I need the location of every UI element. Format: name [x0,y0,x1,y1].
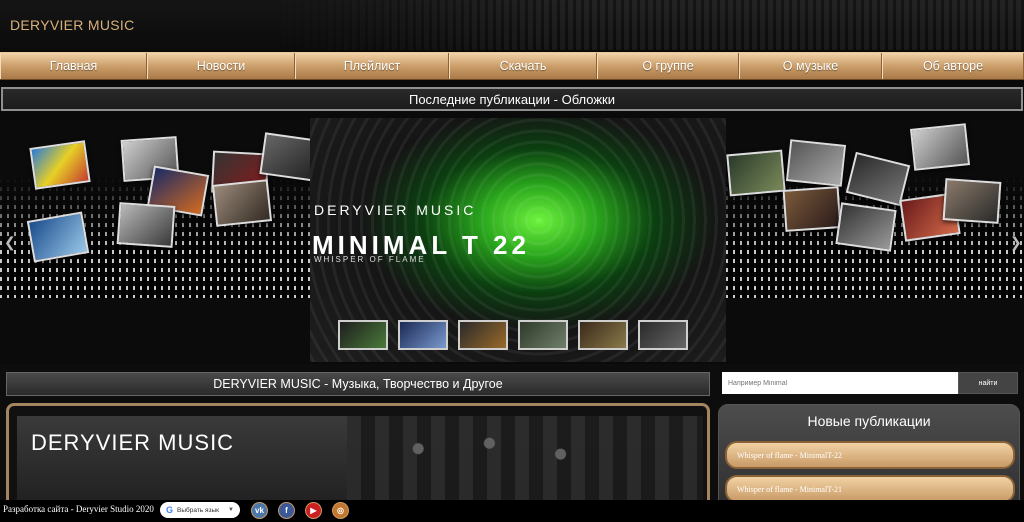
slide-subtitle: WHISPER OF FLAME [314,255,426,264]
slide-thumbnail[interactable] [338,320,388,350]
instagram-icon[interactable]: ◎ [332,502,349,519]
equalizer-decoration [264,0,1024,50]
cover-thumbnail [909,123,971,171]
vk-icon[interactable]: vk [251,502,268,519]
slide-thumbnails [338,320,688,350]
banner-title: DERYVIER MUSIC [31,430,235,455]
cover-slider: ❮ DERYVIER MUSIC MINIMAL T 22 WHISPER OF… [0,118,1024,362]
cover-thumbnail [116,202,176,248]
nav-item-music[interactable]: О музыке [739,53,882,79]
news-item[interactable]: Whisper of flame - MinimalT-22 [725,441,1015,469]
chevron-down-icon: ▼ [228,507,234,513]
google-icon: G [166,505,174,515]
cover-thumbnail [785,139,847,187]
slide-next-preview[interactable]: ❯ [726,118,1024,362]
nav-item-home[interactable]: Главная [0,53,147,79]
chevron-left-icon[interactable]: ❮ [4,234,16,251]
nav-item-author[interactable]: Об авторе [882,53,1024,79]
chevron-right-icon[interactable]: ❯ [1010,234,1022,251]
slide-thumbnail[interactable] [638,320,688,350]
nav-item-band[interactable]: О группе [597,53,739,79]
language-label: Выбрать язык [177,506,220,514]
nav-item-news[interactable]: Новости [147,53,295,79]
slide-brand: DERYVIER MUSIC [314,202,477,218]
site-header: DERYVIER MUSIC [0,0,1024,50]
site-logo[interactable]: DERYVIER MUSIC [10,17,135,33]
search-button[interactable]: найти [958,372,1018,394]
language-select-button[interactable]: G Выбрать язык ▼ [160,502,240,518]
slide-prev-preview[interactable]: ❮ [0,118,310,362]
cover-thumbnail [259,132,310,182]
cover-thumbnail [835,202,897,252]
facebook-icon[interactable]: f [278,502,295,519]
cover-thumbnail [782,186,842,232]
news-item[interactable]: Whisper of flame - MinimalT-21 [725,475,1015,503]
search-input[interactable] [722,372,958,394]
footer-credit: Разработка сайта - Deryvier Studio 2020 [3,504,154,514]
slide-thumbnail[interactable] [518,320,568,350]
slide-thumbnail[interactable] [578,320,628,350]
cover-thumbnail [29,140,91,190]
site-title-bar: DERYVIER MUSIC - Музыка, Творчество и Др… [6,372,710,396]
youtube-icon[interactable]: ▶ [305,502,322,519]
cover-thumbnail [942,178,1002,224]
active-slide[interactable]: DERYVIER MUSIC MINIMAL T 22 WHISPER OF F… [310,118,726,362]
slide-thumbnail[interactable] [458,320,508,350]
nav-item-playlist[interactable]: Плейлист [295,53,449,79]
slide-thumbnail[interactable] [398,320,448,350]
news-panel-title: Новые публикации [807,413,931,429]
cover-thumbnail [726,149,786,197]
main-nav: Главная Новости Плейлист Скачать О групп… [0,52,1024,80]
nav-item-download[interactable]: Скачать [449,53,597,79]
cover-thumbnail [211,179,273,227]
latest-publications-header: Последние публикации - Обложки [1,87,1023,111]
